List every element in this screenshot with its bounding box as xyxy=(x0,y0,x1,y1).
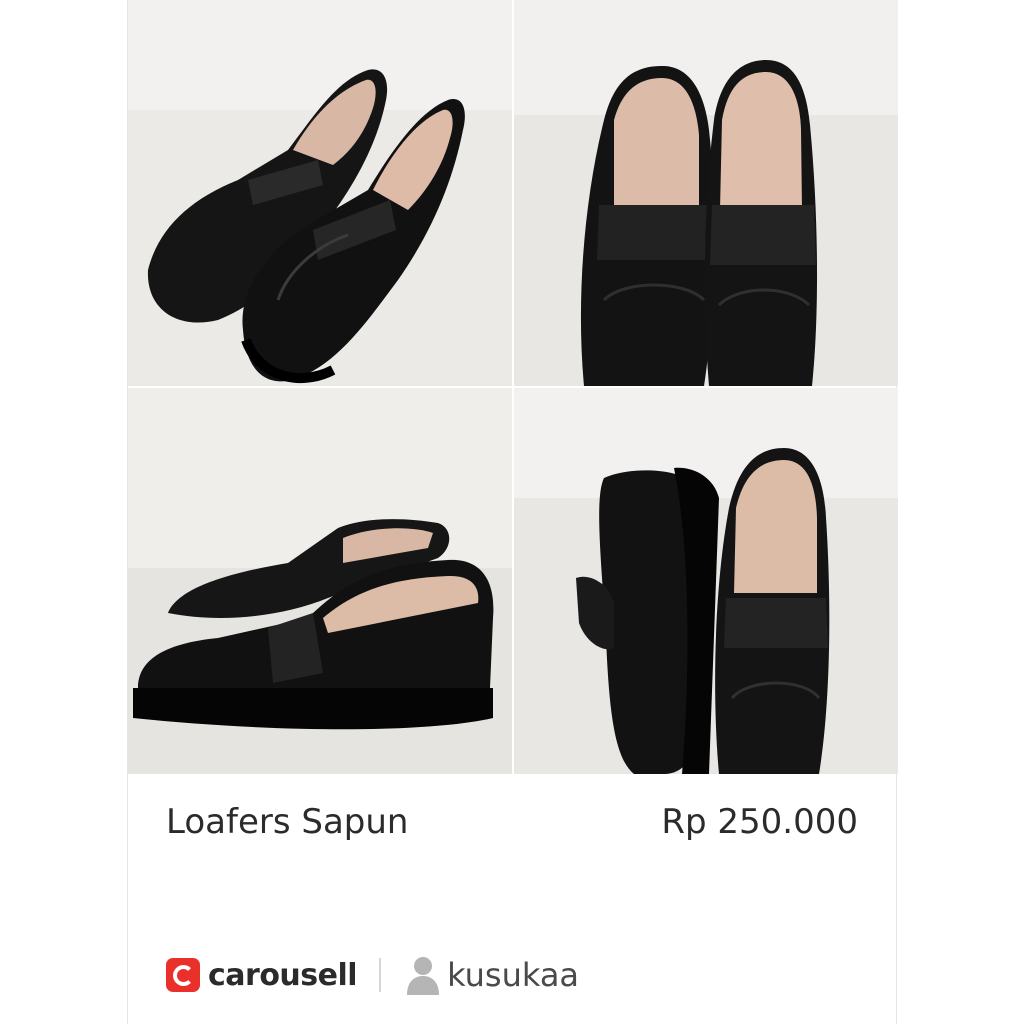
carousell-logo-icon xyxy=(166,958,200,992)
listing-card[interactable]: Loafers Sapun Rp 250.000 carousell kusuk… xyxy=(127,0,898,1024)
brand-name: carousell xyxy=(208,957,358,993)
seller-username[interactable]: kusukaa xyxy=(447,956,579,994)
listing-title[interactable]: Loafers Sapun xyxy=(166,802,408,842)
photo-2[interactable] xyxy=(514,0,898,386)
photo-grid xyxy=(128,0,898,774)
photo-4[interactable] xyxy=(514,388,898,774)
loafers-pair-front-photo xyxy=(514,0,898,386)
loafers-pair-side-photo xyxy=(128,388,512,774)
footer-divider xyxy=(379,958,382,992)
listing-price: Rp 250.000 xyxy=(661,802,858,842)
user-icon xyxy=(407,957,440,995)
loafers-pair-angle-photo xyxy=(128,0,512,386)
photo-1[interactable] xyxy=(128,0,512,386)
loafers-sole-and-front-photo xyxy=(514,388,898,774)
photo-3[interactable] xyxy=(128,388,512,774)
footer: carousell kusukaa xyxy=(166,950,579,1000)
